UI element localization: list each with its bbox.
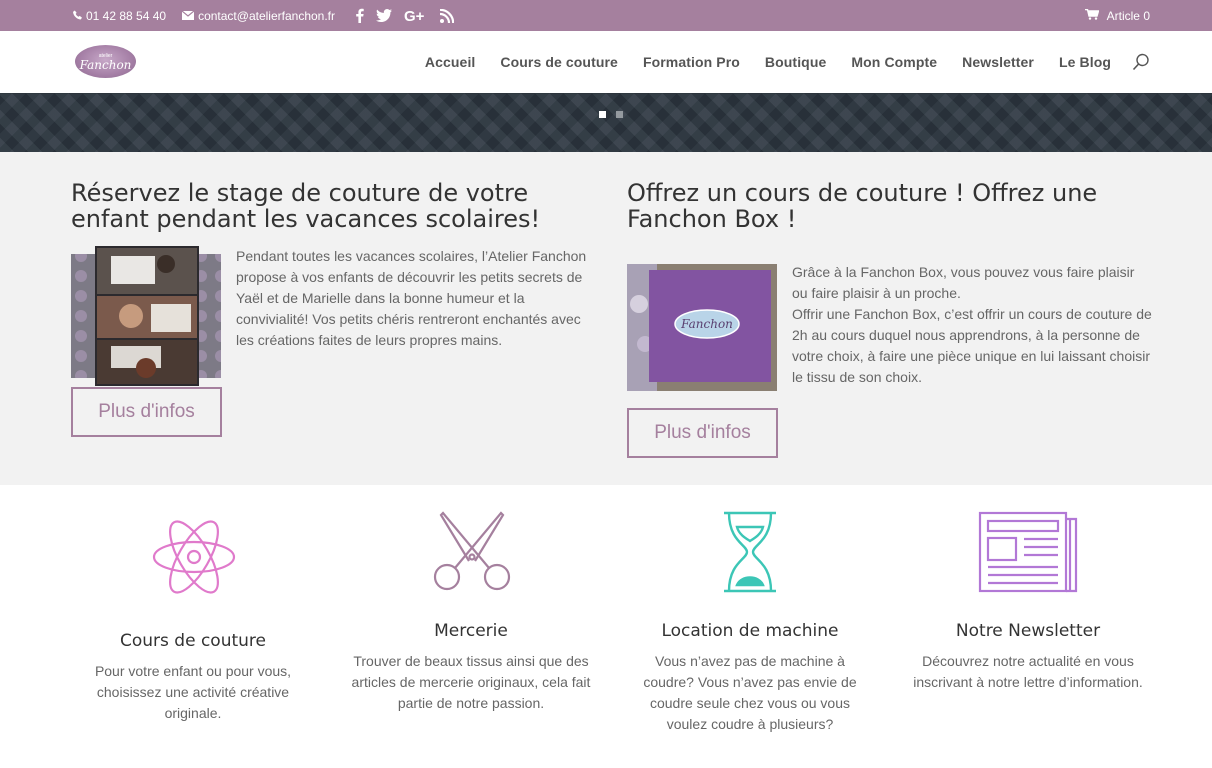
email-link[interactable]: contact@atelierfanchon.fr — [181, 8, 335, 23]
box-label: Fanchon — [681, 317, 733, 331]
feature-mercerie[interactable]: Mercerie Trouver de beaux tissus ainsi q… — [351, 485, 591, 714]
rss-icon[interactable] — [440, 8, 454, 23]
phone-link[interactable]: 01 42 88 54 40 — [73, 9, 166, 23]
google-plus-icon[interactable]: G+ — [404, 8, 428, 23]
nav-newsletter[interactable]: Newsletter — [962, 54, 1034, 70]
top-bar-contacts: 01 42 88 54 40 contact@atelierfanchon.fr… — [73, 0, 454, 31]
social-links: G+ — [355, 8, 454, 23]
nav-cours-de-couture[interactable]: Cours de couture — [500, 54, 618, 70]
phone-icon — [73, 9, 82, 23]
plus-infos-button-box[interactable]: Plus d'infos — [627, 408, 778, 458]
site-logo[interactable]: atelier Fanchon — [75, 45, 136, 78]
feature-title: Location de machine — [661, 621, 839, 641]
newspaper-icon — [978, 511, 1080, 598]
nav-mon-compte[interactable]: Mon Compte — [851, 54, 937, 70]
features-section: Cours de couture Pour votre enfant ou po… — [0, 485, 1212, 768]
top-bar: 01 42 88 54 40 contact@atelierfanchon.fr… — [0, 0, 1212, 31]
slider-dot-2[interactable] — [616, 111, 623, 118]
plus-infos-button-stage[interactable]: Plus d'infos — [71, 387, 222, 437]
feature-text: Trouver de beaux tissus ainsi que des ar… — [351, 653, 591, 711]
scissors-icon — [431, 511, 513, 598]
cart-count: Article 0 — [1106, 8, 1150, 23]
atom-icon — [152, 511, 236, 608]
feature-cours-de-couture[interactable]: Cours de couture Pour votre enfant ou po… — [73, 485, 313, 724]
promo-title: Réservez le stage de couture de votre en… — [71, 179, 541, 233]
cart-link[interactable]: Article 0 — [1084, 0, 1150, 31]
nav-boutique[interactable]: Boutique — [765, 54, 826, 70]
phone-number: 01 42 88 54 40 — [86, 8, 167, 23]
promo-title: Offrez un cours de couture ! Offrez une … — [627, 179, 1098, 233]
feature-title: Mercerie — [434, 621, 508, 641]
feature-newsletter[interactable]: Notre Newsletter Découvrez notre actuali… — [908, 485, 1148, 693]
logo-text: Fanchon — [79, 57, 132, 72]
svg-text:G+: G+ — [404, 8, 425, 23]
feature-text: Pour votre enfant ou pour vous, choisiss… — [94, 663, 292, 721]
feature-title: Notre Newsletter — [955, 621, 1101, 641]
slider-dots — [599, 111, 623, 118]
nav-accueil[interactable]: Accueil — [425, 54, 476, 70]
slider-dot-1[interactable] — [599, 111, 606, 118]
email-address: contact@atelierfanchon.fr — [198, 8, 335, 23]
feature-text: Découvrez notre actualité en vous inscri… — [913, 653, 1143, 690]
nav-formation-pro[interactable]: Formation Pro — [643, 54, 740, 70]
kids-sewing-photo — [71, 246, 221, 391]
nav-le-blog[interactable]: Le Blog — [1059, 54, 1111, 70]
envelope-icon — [181, 9, 195, 23]
hourglass-icon — [723, 511, 777, 598]
promo-text: Grâce à la Fanchon Box, vous pouvez vous… — [792, 264, 1152, 385]
promo-stage-enfant: Réservez le stage de couture de votre en… — [71, 179, 601, 437]
main-nav: Accueil Cours de couture Formation Pro B… — [425, 31, 1111, 93]
promo-section: Réservez le stage de couture de votre en… — [0, 152, 1212, 485]
search-icon[interactable] — [1132, 53, 1150, 71]
facebook-icon[interactable] — [355, 8, 364, 23]
promo-text: Pendant toutes les vacances scolaires, l… — [236, 248, 587, 348]
feature-title: Cours de couture — [120, 631, 266, 651]
feature-location-machine[interactable]: Location de machine Vous n’avez pas de m… — [630, 485, 870, 735]
hero-slider — [0, 93, 1212, 152]
twitter-icon[interactable] — [376, 9, 392, 22]
promo-fanchon-box: Offrez un cours de couture ! Offrez une … — [627, 179, 1157, 458]
feature-text: Vous n’avez pas de machine à coudre? Vou… — [643, 653, 857, 732]
main-header: atelier Fanchon Accueil Cours de couture… — [0, 31, 1212, 93]
fanchon-box-photo: Fanchon — [627, 264, 777, 396]
shopping-cart-icon — [1084, 8, 1107, 23]
